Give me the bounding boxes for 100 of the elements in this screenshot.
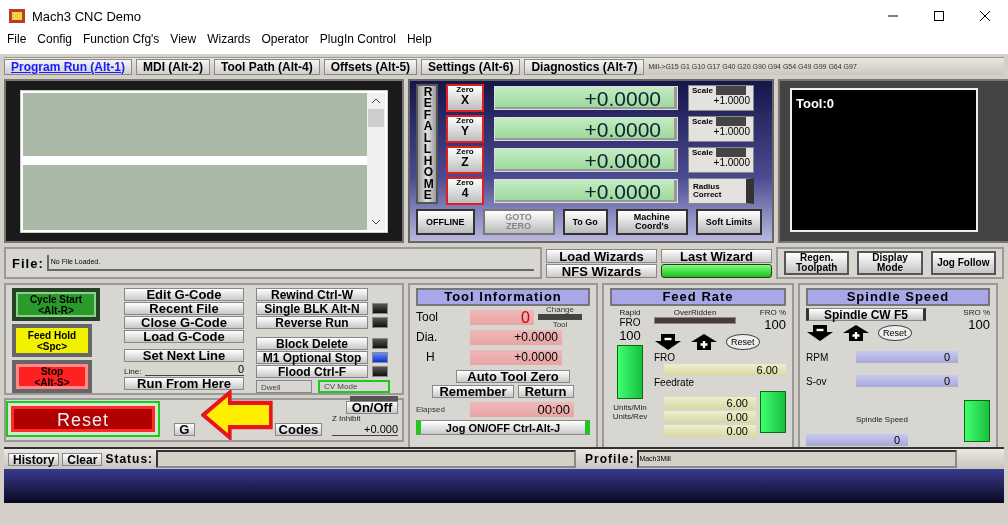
clear-button[interactable]: Clear	[62, 452, 103, 466]
spindle-speed-field[interactable]: 0	[806, 434, 908, 446]
z-inhibit-button[interactable]: On/Off	[346, 401, 398, 414]
sro-percent-value: 100	[968, 317, 990, 332]
menu-item[interactable]: PlugIn Control	[319, 32, 396, 50]
height-field[interactable]: +0.0000	[470, 349, 562, 365]
gcode-button[interactable]: Load G-Code	[124, 330, 244, 343]
panel-title: Tool Information	[416, 288, 590, 306]
scroll-thumb[interactable]	[368, 109, 384, 127]
last-wizard-button[interactable]: Last Wizard	[661, 248, 772, 263]
gcode-button[interactable]: Edit G-Code	[124, 288, 244, 301]
tab[interactable]: Tool Path (Alt-4)	[214, 58, 320, 75]
scrollbar[interactable]	[367, 93, 385, 230]
tab[interactable]: Settings (Alt-6)	[421, 58, 521, 75]
history-button[interactable]: History	[8, 452, 60, 466]
program-button[interactable]: Cycle Start <Alt-R>	[12, 288, 100, 321]
line-field[interactable]: 0	[145, 364, 244, 376]
menu-item[interactable]: Config	[37, 32, 73, 50]
feedrate-field[interactable]: 6.00	[664, 397, 756, 409]
run-from-here-button[interactable]: Run From Here	[124, 377, 244, 390]
nfs-wizards-button[interactable]: NFS Wizards	[546, 263, 657, 278]
maximize-icon[interactable]	[933, 10, 945, 22]
sro-percent-label: SRO %	[963, 308, 990, 317]
fro-percent-value: 100	[764, 317, 786, 332]
tab[interactable]: Offsets (Alt-5)	[323, 58, 418, 75]
height-label: H	[425, 350, 436, 364]
program-button[interactable]: Feed Hold <Spc>	[12, 324, 92, 357]
menu-item[interactable]: Help	[406, 32, 432, 50]
toggle-button[interactable]: Block Delete	[256, 337, 368, 350]
view-button[interactable]: Display Mode	[857, 251, 923, 275]
units-min-label: Units/Min	[613, 403, 647, 412]
spindle-slider[interactable]	[964, 400, 990, 442]
toggle-button[interactable]: M1 Optional Stop	[256, 351, 368, 364]
tab[interactable]: Program Run (Alt-1)	[4, 58, 132, 75]
toggle-button[interactable]: Rewind Ctrl-W	[256, 288, 368, 301]
tool-sub-label: Tool	[552, 320, 568, 329]
change-label: Change	[546, 305, 574, 314]
diameter-label: Dia.	[416, 330, 439, 344]
rpm-label: RPM	[806, 351, 830, 363]
zero-axis-button[interactable]: Zero Z	[446, 146, 484, 174]
status-label: Status:	[105, 452, 154, 466]
load-wizards-button[interactable]: Load Wizards	[546, 248, 657, 263]
jog-toggle-button[interactable]: Jog ON/OFF Ctrl-Alt-J	[416, 420, 590, 435]
fro-label: FRO	[654, 352, 677, 363]
set-next-line-button[interactable]: Set Next Line	[124, 349, 244, 362]
toggle-button[interactable]: Single BLK Alt-N	[256, 302, 368, 315]
zero-axis-button[interactable]: Zero Y	[446, 115, 484, 143]
sov-field: 0	[856, 375, 958, 387]
rpm-field: 0	[856, 351, 958, 363]
reset-button[interactable]: Reset	[11, 406, 155, 432]
view-button[interactable]: Jog Follow	[930, 251, 996, 275]
codes-button[interactable]: Codes	[274, 423, 322, 436]
minus-arrow-icon[interactable]	[806, 324, 834, 342]
z-inhibit-field[interactable]: +0.000	[332, 423, 398, 436]
panel-title: Spindle Speed	[806, 288, 990, 306]
plus-arrow-icon[interactable]	[842, 324, 870, 342]
fro-reset-button[interactable]: Reset	[726, 334, 760, 350]
tab[interactable]: MDI (Alt-2)	[136, 58, 210, 75]
radius-correct-button[interactable]: Radius Correct	[688, 178, 754, 204]
remember-button[interactable]: Remember	[432, 385, 514, 398]
menu-item[interactable]: Function Cfg's	[83, 32, 160, 50]
zero-axis-button[interactable]: Zero X	[446, 84, 484, 112]
axis-readout: +0.0000	[494, 179, 678, 203]
sov-label: S-ov	[806, 375, 828, 387]
tool-number-text: Tool:0	[796, 96, 835, 111]
profile-label: Profile:	[585, 452, 635, 466]
plus-arrow-icon[interactable]	[690, 333, 718, 351]
program-button[interactable]: Stop <Alt-S>	[12, 360, 92, 393]
dro-button[interactable]: OFFLINE	[416, 209, 475, 235]
ref-all-home-button[interactable]: REF ALL HOME	[416, 84, 438, 204]
menu-item[interactable]: View	[170, 32, 197, 50]
menu-item[interactable]: Operator	[261, 32, 309, 50]
return-button[interactable]: Return	[517, 385, 574, 398]
mode-indicator: CV Mode	[318, 380, 390, 393]
dro-button[interactable]: Machine Coord's	[615, 209, 688, 235]
dro-button[interactable]: To Go	[562, 209, 608, 235]
close-icon[interactable]	[979, 10, 991, 22]
menu-item[interactable]: File	[7, 32, 27, 50]
diameter-field[interactable]: +0.0000	[470, 329, 562, 345]
feed-slider[interactable]	[760, 391, 786, 433]
toggle-button[interactable]: Reverse Run	[256, 316, 368, 329]
gcode-button[interactable]: Recent File	[124, 302, 244, 315]
zero-axis-button[interactable]: Zero 4	[446, 177, 484, 205]
panel-title: Feed Rate	[610, 288, 786, 306]
elapsed-field: 00:00	[470, 401, 574, 417]
dro-button[interactable]: Soft Limits	[695, 209, 763, 235]
toggle-button[interactable]: Flood Ctrl-F	[256, 365, 368, 378]
minus-arrow-icon[interactable]	[654, 333, 682, 351]
menu-item[interactable]: Wizards	[207, 32, 251, 50]
tab[interactable]: Diagnostics (Alt-7)	[524, 58, 645, 75]
view-button[interactable]: Regen. Toolpath	[784, 251, 850, 275]
scroll-up-icon[interactable]	[371, 97, 381, 105]
auto-tool-zero-button[interactable]: Auto Tool Zero	[456, 370, 570, 383]
spindle-speed-label: Spindle Speed	[855, 415, 908, 424]
scroll-down-icon[interactable]	[371, 218, 381, 226]
spindle-cw-button[interactable]: Spindle CW F5	[806, 308, 926, 321]
rapid-slider[interactable]	[617, 345, 643, 399]
sro-reset-button[interactable]: Reset	[878, 325, 912, 341]
gcode-button[interactable]: Close G-Code	[124, 316, 244, 329]
g-button[interactable]: G	[174, 423, 195, 436]
